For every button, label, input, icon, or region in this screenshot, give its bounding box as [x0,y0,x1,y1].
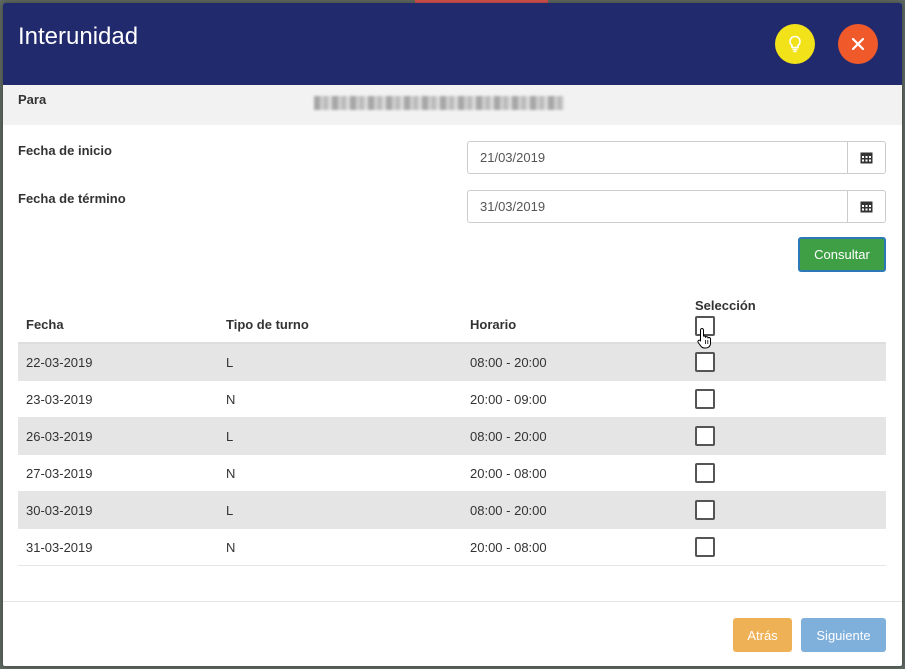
calendar-icon [860,152,873,164]
modal-title: Interunidad [18,23,139,50]
start-date-label: Fecha de inicio [18,143,112,158]
table-row: 23-03-2019 N 20:00 - 09:00 [18,381,886,418]
modal-header: Interunidad [3,3,902,85]
table-row: 22-03-2019 L 08:00 - 20:00 [18,344,886,381]
end-calendar-button[interactable] [847,190,886,223]
table-row: 31-03-2019 N 20:00 - 08:00 [18,529,886,566]
start-date-group [467,141,886,174]
hand-cursor-icon [697,327,711,349]
cell-tipo: L [226,355,234,370]
cell-fecha: 30-03-2019 [26,503,93,518]
cell-tipo: N [226,392,236,407]
start-date-input[interactable] [467,141,847,174]
back-button[interactable]: Atrás [733,618,792,652]
table-row: 26-03-2019 L 08:00 - 20:00 [18,418,886,455]
cell-fecha: 23-03-2019 [26,392,93,407]
row-select-checkbox[interactable] [695,500,715,520]
cell-tipo: L [226,503,234,518]
end-date-group [467,190,886,223]
cell-fecha: 22-03-2019 [26,355,93,370]
cell-horario: 08:00 - 20:00 [470,429,547,444]
header-tipo: Tipo de turno [226,317,309,332]
row-select-checkbox[interactable] [695,463,715,483]
header-fecha: Fecha [26,317,64,332]
table-row: 27-03-2019 N 20:00 - 08:00 [18,455,886,492]
close-button[interactable] [838,24,878,64]
para-label: Para [18,92,47,107]
cell-horario: 08:00 - 20:00 [470,503,547,518]
row-select-checkbox[interactable] [695,352,715,372]
header-horario: Horario [470,317,517,332]
cell-fecha: 31-03-2019 [26,540,93,555]
cell-horario: 20:00 - 08:00 [470,540,547,555]
para-value-redacted [314,96,564,110]
cell-tipo: N [226,466,236,481]
shifts-table: Fecha Tipo de turno Horario Selección 22… [18,293,886,566]
para-row: Para [3,85,902,125]
row-select-checkbox[interactable] [695,537,715,557]
cell-horario: 08:00 - 20:00 [470,355,547,370]
interunidad-modal: Interunidad Para Fecha de inicio 21/03/2… [3,3,902,666]
end-date-input[interactable] [467,190,847,223]
table-row: 30-03-2019 L 08:00 - 20:00 [18,492,886,529]
lightbulb-icon [789,35,801,53]
start-calendar-button[interactable] [847,141,886,174]
end-date-label: Fecha de término [18,191,126,206]
cell-tipo: N [226,540,236,555]
consult-button[interactable]: Consultar [798,237,886,272]
footer-divider [3,601,902,602]
next-button[interactable]: Siguiente [801,618,886,652]
cell-fecha: 27-03-2019 [26,466,93,481]
header-seleccion: Selección [695,298,756,313]
hint-button[interactable] [775,24,815,64]
cell-tipo: L [226,429,234,444]
cell-fecha: 26-03-2019 [26,429,93,444]
close-icon [851,37,865,51]
calendar-icon [860,201,873,213]
table-header: Fecha Tipo de turno Horario Selección [18,293,886,344]
row-select-checkbox[interactable] [695,426,715,446]
cell-horario: 20:00 - 08:00 [470,466,547,481]
row-select-checkbox[interactable] [695,389,715,409]
cell-horario: 20:00 - 09:00 [470,392,547,407]
